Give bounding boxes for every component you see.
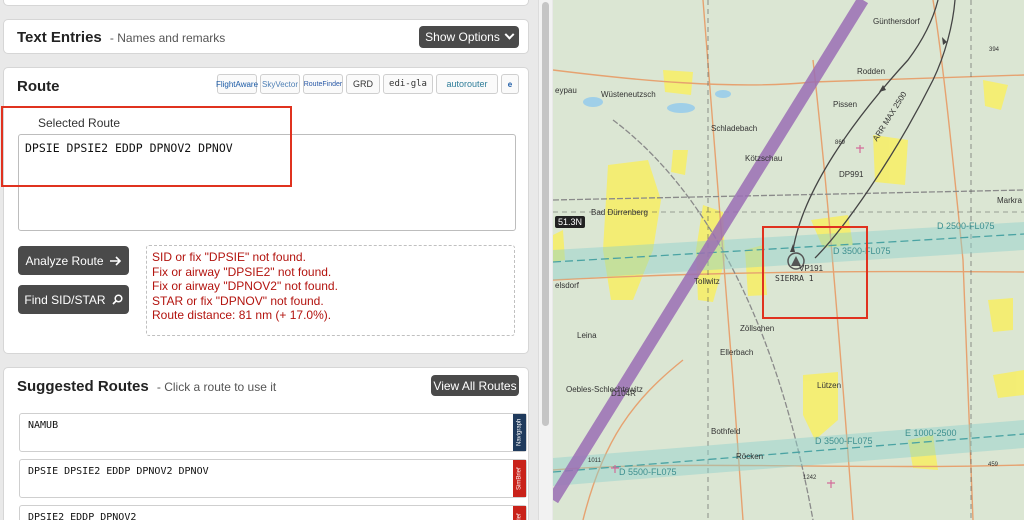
text-entries-heading: Text Entries xyxy=(17,29,102,46)
suggested-route-item[interactable]: NAMUB Navigraph xyxy=(19,413,527,452)
place-label: Bothfeld xyxy=(711,427,741,436)
place-label: Leina xyxy=(577,331,597,340)
suggested-routes-title: Suggested Routes - Click a route to use … xyxy=(17,378,276,395)
text-entries-title: Text Entries - Names and remarks xyxy=(17,29,225,46)
arrow-right-icon xyxy=(109,255,121,266)
route-source-badge: SimBrief xyxy=(513,506,526,520)
selected-route-textarea[interactable]: DPSIE DPSIE2 EDDP DPNOV2 DPNOV xyxy=(18,134,516,231)
place-label: Pissen xyxy=(833,100,858,109)
place-label: Tollwitz xyxy=(694,277,720,286)
spot-height: 869 xyxy=(835,140,846,146)
text-entries-card: Text Entries - Names and remarks Show Op… xyxy=(3,19,529,54)
waypoint-label: DP991 xyxy=(839,170,864,179)
place-label: Bad Dürrenberg xyxy=(591,208,648,217)
airspace-label: D 5500-FL075 xyxy=(619,467,677,477)
route-analysis-messages: SID or fix "DPSIE" not found. Fix or air… xyxy=(146,245,515,336)
selected-route-label: Selected Route xyxy=(38,116,121,130)
suggested-routes-subtitle: - Click a route to use it xyxy=(156,380,277,394)
aviation-map[interactable]: 51.3N Günthersdorf Rodden Wüsteneutzsch … xyxy=(553,0,1024,520)
text-entries-subtitle: - Names and remarks xyxy=(109,31,226,45)
find-sid-star-button[interactable]: Find SID/STAR xyxy=(18,285,129,314)
autorouter-button[interactable]: autorouter xyxy=(436,74,498,94)
place-label: Lützen xyxy=(817,381,842,390)
place-label: Wüsteneutzsch xyxy=(601,90,656,99)
route-source-badge: SimBrief xyxy=(513,460,526,497)
edi-gla-button[interactable]: edi-gla xyxy=(383,74,433,94)
routefinder-logo: RouteFinder xyxy=(303,80,343,88)
suggested-route-text: DPSIE2 EDDP DPNOV2 xyxy=(28,512,137,520)
place-label: Zöllschen xyxy=(740,324,775,333)
scrollbar-thumb[interactable] xyxy=(542,2,549,426)
message-line: STAR or fix "DPNOV" not found. xyxy=(152,293,324,308)
message-line: Fix or airway "DPSIE2" not found. xyxy=(152,264,332,279)
grd-button[interactable]: GRD xyxy=(346,74,380,94)
eurocontrol-logo: e xyxy=(507,79,513,89)
flightaware-logo: FlightAware xyxy=(215,79,259,89)
waypoint-label: SIERRA 1 xyxy=(775,274,814,283)
previous-card-edge xyxy=(3,0,529,6)
analyze-route-button[interactable]: Analyze Route xyxy=(18,246,129,275)
place-label: Rodden xyxy=(857,67,886,76)
place-label: Markra xyxy=(997,196,1022,205)
suggested-route-text: NAMUB xyxy=(28,420,59,431)
airspace-label: D 3500-FL075 xyxy=(833,246,891,256)
grd-logo: GRD xyxy=(353,79,373,89)
show-options-label: Show Options xyxy=(425,30,500,44)
place-label: Ellerbach xyxy=(720,348,754,357)
autorouter-logo: autorouter xyxy=(446,79,488,89)
analyze-route-label: Analyze Route xyxy=(25,253,104,268)
place-label: Schladebach xyxy=(711,124,758,133)
search-icon xyxy=(111,294,123,305)
app-root: Text Entries - Names and remarks Show Op… xyxy=(0,0,1024,520)
airspace-label: D 2500-FL075 xyxy=(937,221,995,231)
place-label: Röcken xyxy=(736,452,764,461)
waypoint-label: VP191 xyxy=(799,264,824,273)
route-card: Route FlightAware SkyVector RouteFinder … xyxy=(3,67,529,354)
edi-gla-logo: edi-gla xyxy=(389,79,427,89)
suggested-routes-card: Suggested Routes - Click a route to use … xyxy=(3,367,529,520)
routefinder-button[interactable]: RouteFinder xyxy=(303,74,343,94)
show-options-button[interactable]: Show Options xyxy=(419,26,519,48)
skyvector-button[interactable]: SkyVector xyxy=(260,74,300,94)
spot-height: 1242 xyxy=(803,475,817,481)
chevron-down-icon xyxy=(504,29,515,40)
route-source-badge: Navigraph xyxy=(513,414,526,451)
message-line: SID or fix "DPSIE" not found. xyxy=(152,250,306,264)
suggested-route-item[interactable]: DPSIE2 EDDP DPNOV2 SimBrief xyxy=(19,505,527,520)
suggested-routes-heading: Suggested Routes xyxy=(17,378,149,395)
airspace-label: E 1000-2500 xyxy=(905,428,957,438)
map-canvas xyxy=(553,0,1024,520)
place-label: Günthersdorf xyxy=(873,17,920,26)
place-label: elsdorf xyxy=(555,281,580,290)
skyvector-logo: SkyVector xyxy=(262,79,299,89)
spot-height: 459 xyxy=(988,462,999,468)
spot-height: 1011 xyxy=(588,458,601,464)
message-line: Fix or airway "DPNOV2" not found. xyxy=(152,279,338,294)
route-title: Route xyxy=(17,78,60,95)
route-provider-bar: FlightAware SkyVector RouteFinder GRD ed… xyxy=(215,74,519,94)
place-label: Kötzschau xyxy=(745,154,783,163)
view-all-routes-label: View All Routes xyxy=(433,378,517,393)
airspace-label: D 3500-FL075 xyxy=(815,436,873,446)
left-panel-scrollbar[interactable] xyxy=(538,0,552,520)
find-sid-star-label: Find SID/STAR xyxy=(24,292,106,307)
suggested-route-item[interactable]: DPSIE DPSIE2 EDDP DPNOV2 DPNOV SimBrief xyxy=(19,459,527,498)
latitude-label: 51.3N xyxy=(555,216,586,228)
place-label: eypau xyxy=(555,86,577,95)
waypoint-label: D104R xyxy=(611,389,636,398)
suggested-route-text: DPSIE DPSIE2 EDDP DPNOV2 DPNOV xyxy=(28,466,209,477)
spot-height: 394 xyxy=(989,47,1000,53)
eurocontrol-button[interactable]: e xyxy=(501,74,519,94)
flight-plan-panel: Text Entries - Names and remarks Show Op… xyxy=(0,0,538,520)
flightaware-button[interactable]: FlightAware xyxy=(215,74,259,94)
message-line: Route distance: 81 nm (+ 17.0%). xyxy=(152,308,332,323)
view-all-routes-button[interactable]: View All Routes xyxy=(431,375,519,396)
